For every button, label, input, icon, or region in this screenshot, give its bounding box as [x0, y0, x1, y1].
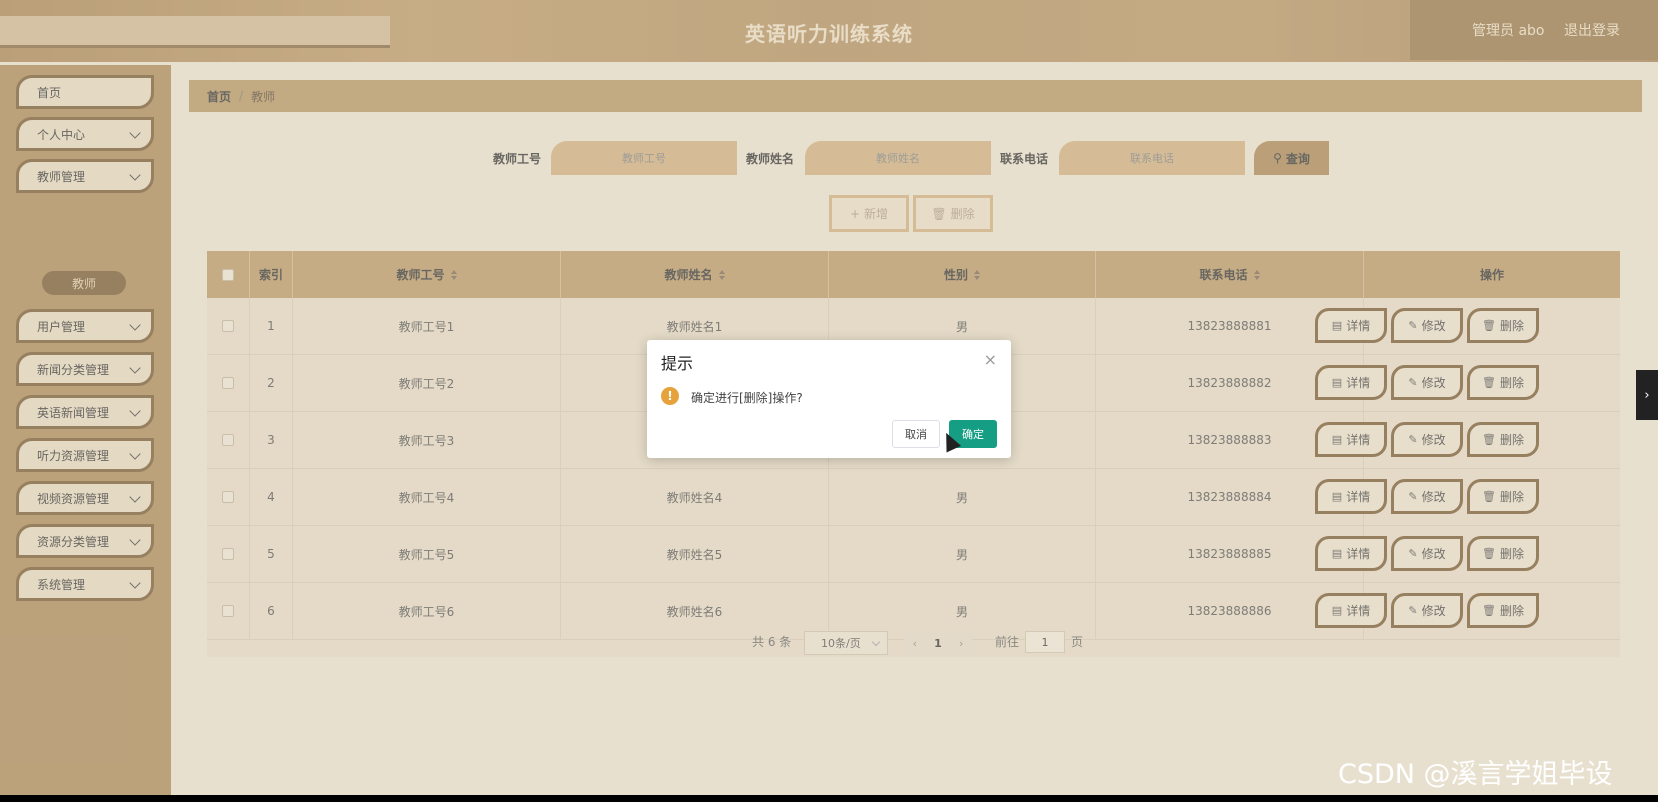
chevron-right-icon: › [1644, 387, 1650, 403]
cancel-button[interactable]: 取消 [892, 420, 940, 448]
watermark: CSDN @溪言学姐毕设 [1338, 759, 1613, 790]
app-page: 英语听力训练系统 管理员 abo 退出登录 首页 个人中心 教师管理 教师 用户… [0, 0, 1658, 795]
warning-icon: ! [661, 387, 679, 405]
dialog-message: 确定进行[删除]操作? [691, 391, 803, 405]
dialog-title: 提示 [661, 354, 694, 373]
close-icon[interactable]: × [984, 350, 997, 369]
side-drawer-toggle[interactable]: › [1636, 370, 1658, 420]
